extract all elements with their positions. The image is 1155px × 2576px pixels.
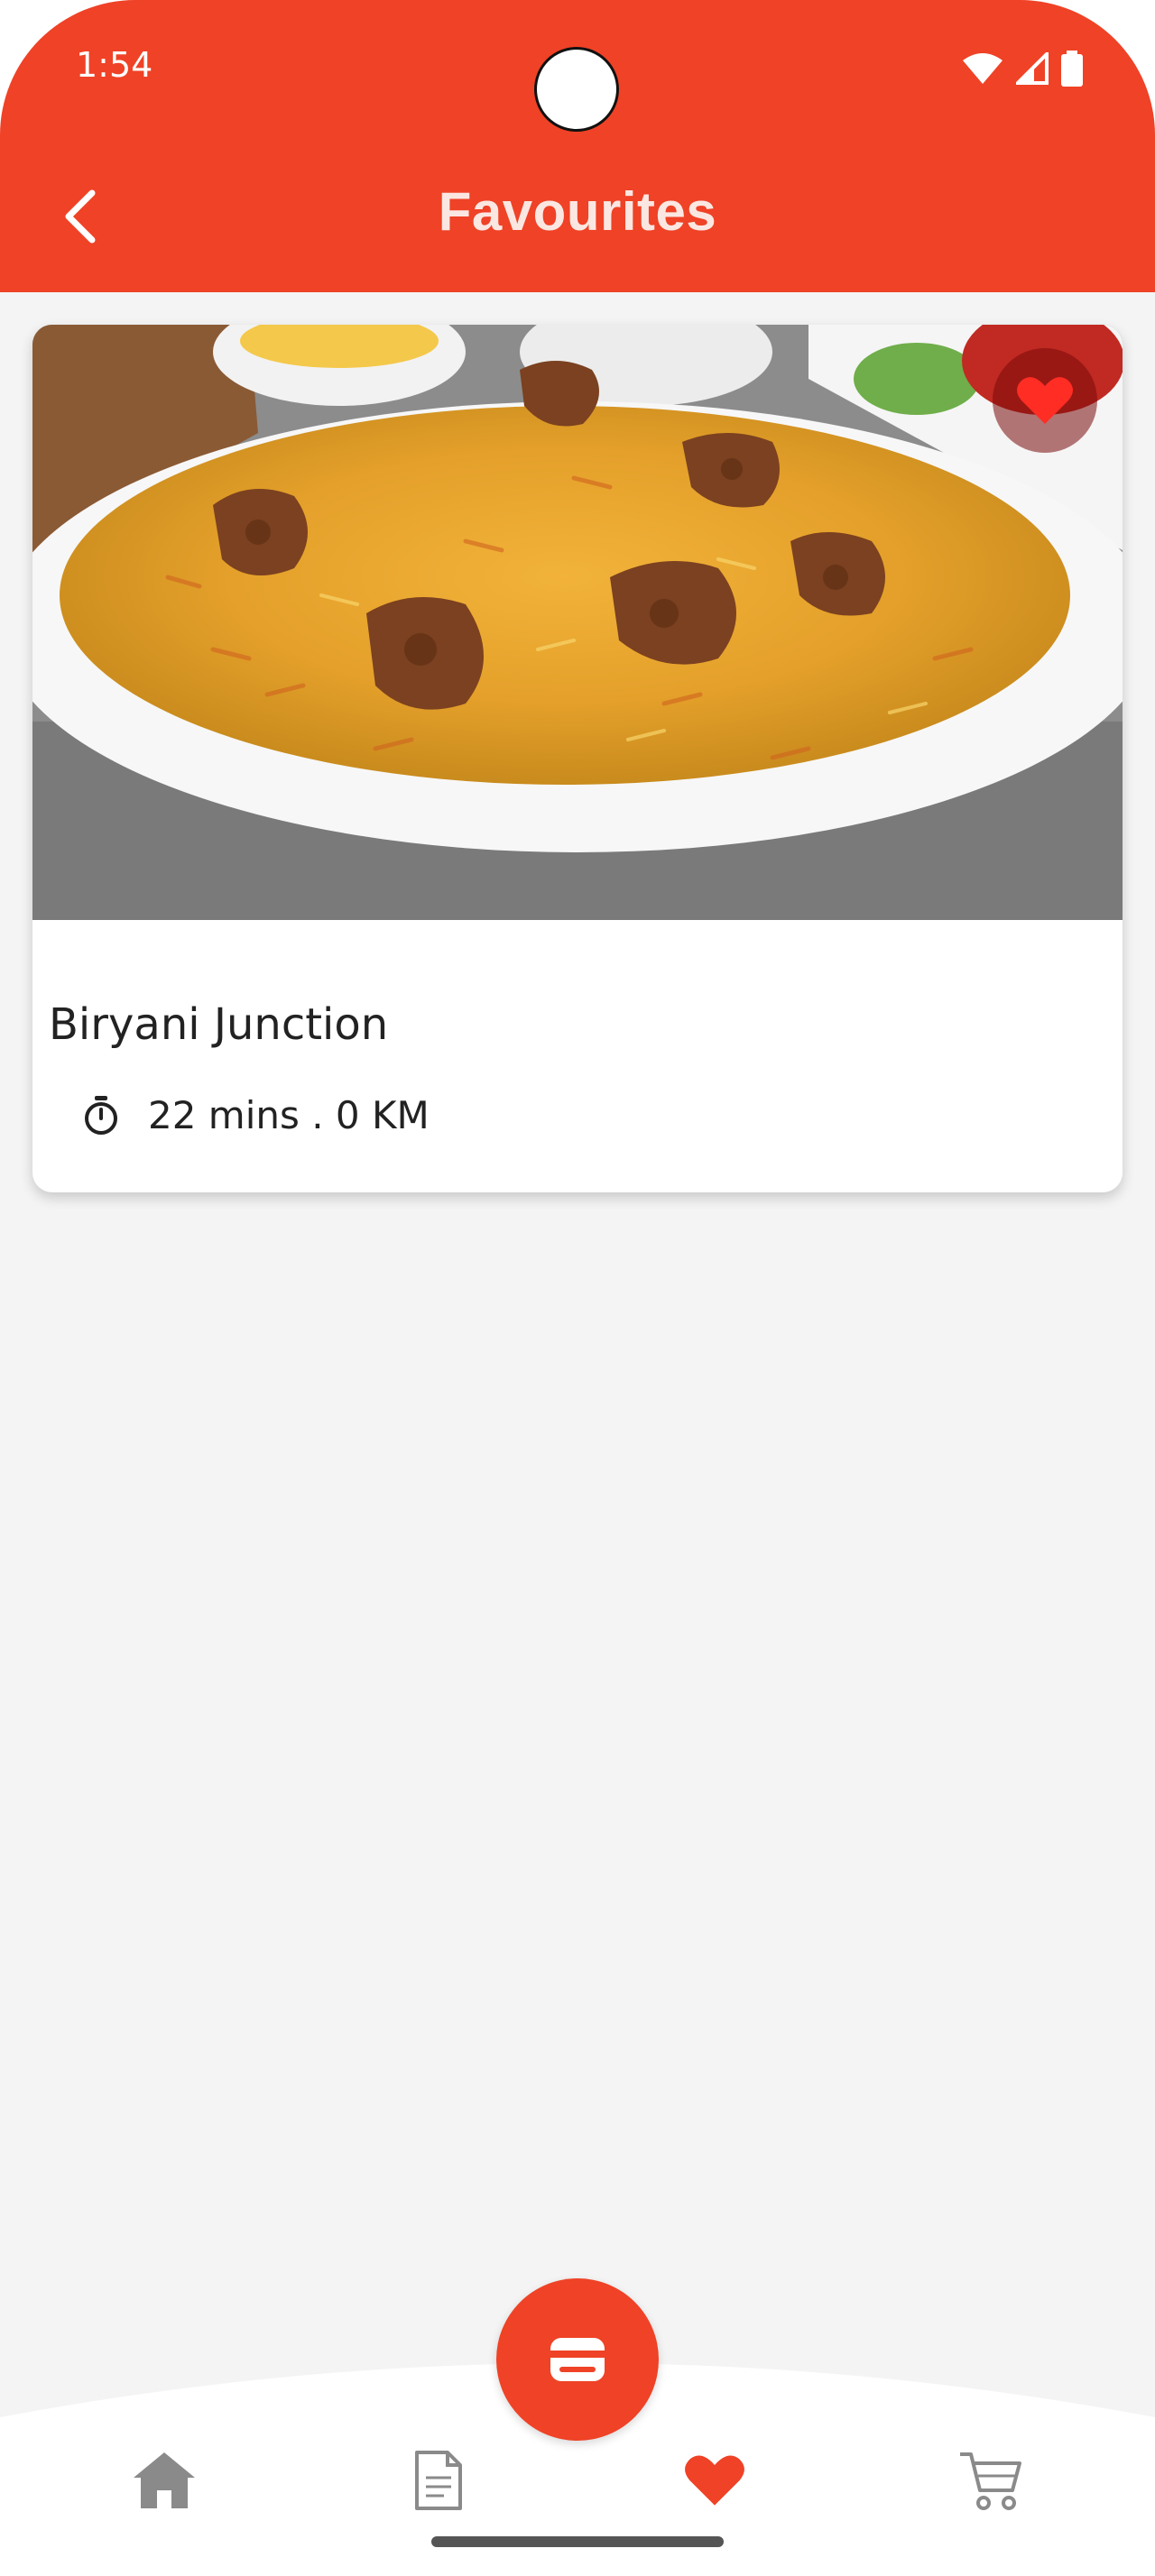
home-indicator bbox=[431, 2536, 724, 2547]
nav-cart[interactable] bbox=[955, 2444, 1027, 2516]
wallet-icon bbox=[550, 2338, 605, 2381]
nav-home[interactable] bbox=[128, 2444, 200, 2516]
restaurant-image bbox=[32, 325, 1123, 920]
wallet-button[interactable] bbox=[496, 2278, 659, 2441]
camera-cutout bbox=[534, 47, 619, 132]
timer-icon bbox=[85, 1096, 117, 1135]
nav-orders[interactable] bbox=[402, 2444, 475, 2516]
app-bar: 1:54 Favourites bbox=[0, 0, 1155, 292]
page-title: Favourites bbox=[438, 181, 717, 242]
restaurant-name: Biryani Junction bbox=[49, 999, 389, 1050]
heart-icon bbox=[1017, 377, 1073, 424]
nav-favourites[interactable] bbox=[679, 2444, 751, 2516]
heart-icon bbox=[685, 2455, 744, 2506]
restaurant-card[interactable] bbox=[32, 325, 1123, 1192]
app-screen: 1:54 Favourites Biryani Junction 22 mins… bbox=[0, 0, 1155, 2576]
restaurant-meta: 22 mins . 0 KM bbox=[148, 1093, 430, 1137]
orders-document-icon bbox=[415, 2451, 462, 2510]
battery-icon bbox=[1061, 51, 1083, 87]
home-icon bbox=[134, 2452, 195, 2508]
status-time: 1:54 bbox=[76, 45, 153, 85]
status-icons bbox=[962, 51, 1083, 87]
favourite-toggle-button[interactable] bbox=[993, 348, 1097, 453]
wifi-icon bbox=[963, 53, 1003, 84]
cart-icon bbox=[960, 2452, 1021, 2510]
cell-signal-icon bbox=[1016, 52, 1049, 85]
